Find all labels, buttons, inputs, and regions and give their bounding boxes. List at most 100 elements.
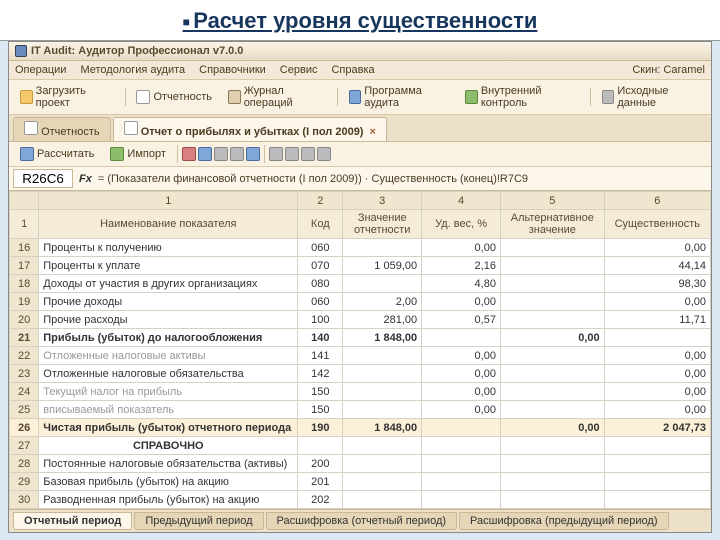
tool-icon[interactable]	[269, 147, 283, 161]
menu-dict[interactable]: Справочники	[199, 64, 266, 76]
btab-detail-cur[interactable]: Расшифровка (отчетный период)	[266, 512, 458, 530]
cell-name[interactable]: Прочие доходы	[39, 293, 298, 311]
cell-ess[interactable]	[604, 473, 710, 491]
cell-ess[interactable]: 0,00	[604, 383, 710, 401]
cell-code[interactable]	[298, 437, 343, 455]
table-row[interactable]: 24Текущий налог на прибыль1500,000,00	[10, 383, 711, 401]
row-number[interactable]: 26	[10, 419, 39, 437]
cell-weight[interactable]	[422, 437, 501, 455]
col-5[interactable]: 5	[500, 192, 604, 210]
cell-value[interactable]: 281,00	[343, 311, 422, 329]
table-row[interactable]: 23Отложенные налоговые обязательства142 0…	[10, 365, 711, 383]
row-number[interactable]: 19	[10, 293, 39, 311]
cell-value[interactable]	[343, 437, 422, 455]
cell-weight[interactable]	[422, 473, 501, 491]
cell-alt[interactable]	[500, 365, 604, 383]
cell-code[interactable]: 201	[298, 473, 343, 491]
cell-ess[interactable]: 0,00	[604, 365, 710, 383]
table-row[interactable]: 22Отложенные налоговые активы1410,000,00	[10, 347, 711, 365]
cell-value[interactable]	[343, 473, 422, 491]
cell-name[interactable]: Разводненная прибыль (убыток) на акцию	[39, 491, 298, 509]
table-row[interactable]: 18Доходы от участия в других организация…	[10, 275, 711, 293]
row-number[interactable]: 21	[10, 329, 39, 347]
import-button[interactable]: Импорт	[103, 144, 172, 164]
row-number[interactable]: 23	[10, 365, 39, 383]
table-row[interactable]: 25вписываемый показатель1500,000,00	[10, 401, 711, 419]
table-row[interactable]: 16Проценты к получению0600,000,00	[10, 239, 711, 257]
cell-name[interactable]: Проценты к получению	[39, 239, 298, 257]
cell-ess[interactable]	[604, 437, 710, 455]
tool-icon[interactable]	[230, 147, 244, 161]
row-number[interactable]: 17	[10, 257, 39, 275]
cell-value[interactable]	[343, 383, 422, 401]
cell-name[interactable]: вписываемый показатель	[39, 401, 298, 419]
cell-value[interactable]	[343, 401, 422, 419]
menu-ops[interactable]: Операции	[15, 64, 66, 76]
tool-icon[interactable]	[214, 147, 228, 161]
cell-value[interactable]: 2,00	[343, 293, 422, 311]
table-row[interactable]: 21Прибыль (убыток) до налогообложения140…	[10, 329, 711, 347]
row-number[interactable]: 29	[10, 473, 39, 491]
internal-button[interactable]: Внутренний контроль	[458, 82, 586, 112]
tool-icon[interactable]	[317, 147, 331, 161]
cell-value[interactable]	[343, 491, 422, 509]
cell-weight[interactable]: 0,00	[422, 365, 501, 383]
cell-ess[interactable]: 0,00	[604, 347, 710, 365]
cell-name[interactable]: Доходы от участия в других организациях	[39, 275, 298, 293]
program-button[interactable]: Программа аудита	[342, 82, 457, 112]
tab-reporting[interactable]: Отчетность	[13, 117, 111, 141]
spreadsheet[interactable]: 1 2 3 4 5 6 1 Наименование показателя Ко…	[9, 191, 711, 509]
row-number[interactable]: 22	[10, 347, 39, 365]
cell-name[interactable]: Прочие расходы	[39, 311, 298, 329]
close-icon[interactable]: ×	[369, 126, 375, 138]
cell-value[interactable]: 1 059,00	[343, 257, 422, 275]
cell-weight[interactable]	[422, 491, 501, 509]
cell-code[interactable]: 060	[298, 239, 343, 257]
table-row[interactable]: 28Постоянные налоговые обязательства (ак…	[10, 455, 711, 473]
btab-detail-prev[interactable]: Расшифровка (предыдущий период)	[459, 512, 668, 530]
col-6[interactable]: 6	[604, 192, 710, 210]
cell-code[interactable]: 100	[298, 311, 343, 329]
cell-code[interactable]: 190	[298, 419, 343, 437]
cell-name[interactable]: Отложенные налоговые обязательства	[39, 365, 298, 383]
cell-code[interactable]: 140	[298, 329, 343, 347]
cell-name[interactable]: СПРАВОЧНО	[39, 437, 298, 455]
cell-ess[interactable]: 98,30	[604, 275, 710, 293]
cell-ess[interactable]	[604, 491, 710, 509]
reporting-button[interactable]: Отчетность	[129, 87, 219, 107]
cell-alt[interactable]	[500, 491, 604, 509]
tool-icon[interactable]	[182, 147, 196, 161]
row-number[interactable]: 27	[10, 437, 39, 455]
cell-code[interactable]: 080	[298, 275, 343, 293]
table-row[interactable]: 19Прочие доходы0602,000,000,00	[10, 293, 711, 311]
cell-code[interactable]: 142	[298, 365, 343, 383]
row-number[interactable]: 30	[10, 491, 39, 509]
table-row[interactable]: 27СПРАВОЧНО	[10, 437, 711, 455]
row-number[interactable]: 18	[10, 275, 39, 293]
cell-code[interactable]: 202	[298, 491, 343, 509]
cell-name[interactable]: Прибыль (убыток) до налогообложения	[39, 329, 298, 347]
cell-weight[interactable]: 0,00	[422, 293, 501, 311]
cell-alt[interactable]: 0,00	[500, 419, 604, 437]
cell-weight[interactable]: 0,57	[422, 311, 501, 329]
row-header[interactable]: 1	[10, 210, 39, 239]
journal-button[interactable]: Журнал операций	[221, 82, 333, 112]
cell-alt[interactable]	[500, 311, 604, 329]
col-3[interactable]: 3	[343, 192, 422, 210]
cell-alt[interactable]	[500, 239, 604, 257]
row-number[interactable]: 20	[10, 311, 39, 329]
cell-ess[interactable]	[604, 329, 710, 347]
cell-ess[interactable]: 0,00	[604, 293, 710, 311]
cell-name[interactable]: Базовая прибыль (убыток) на акцию	[39, 473, 298, 491]
tool-icon[interactable]	[285, 147, 299, 161]
cell-weight[interactable]: 0,00	[422, 383, 501, 401]
cell-value[interactable]	[343, 275, 422, 293]
load-project-button[interactable]: Загрузить проект	[13, 82, 121, 112]
cell-ess[interactable]: 44,14	[604, 257, 710, 275]
source-button[interactable]: Исходные данные	[595, 82, 707, 112]
cell-value[interactable]: 1 848,00	[343, 419, 422, 437]
cell-weight[interactable]	[422, 329, 501, 347]
cell-value[interactable]	[343, 365, 422, 383]
cell-alt[interactable]	[500, 293, 604, 311]
cell-alt[interactable]	[500, 473, 604, 491]
